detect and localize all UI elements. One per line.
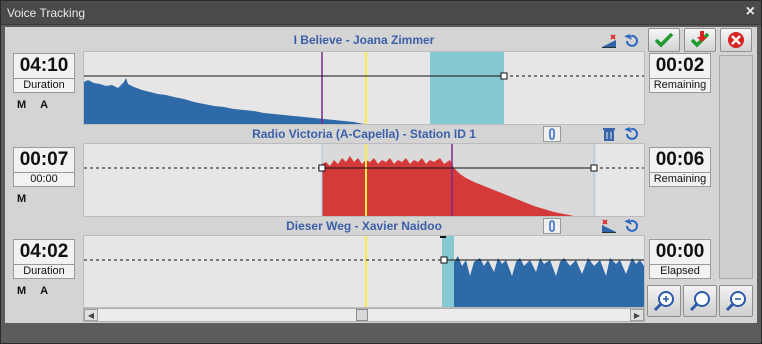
vertical-scrollbar[interactable] <box>719 55 753 279</box>
track-3-duration-label: Duration <box>13 265 75 279</box>
undo-icon[interactable] <box>623 218 639 234</box>
track-1-duration-label: Duration <box>13 79 75 93</box>
track-1-ma: MA <box>13 99 79 111</box>
trash-icon[interactable] <box>601 126 617 142</box>
track-3-elapsed-label: Elapsed <box>649 265 711 279</box>
accept-button[interactable] <box>648 28 680 52</box>
title-bar: Voice Tracking × <box>1 1 761 25</box>
zoom-button[interactable] <box>683 285 717 317</box>
close-icon[interactable]: × <box>746 3 755 21</box>
track-1-m[interactable]: M <box>17 99 26 111</box>
track-2-remaining-time: 00:06 <box>649 147 711 173</box>
zoom-out-button[interactable] <box>719 285 753 317</box>
fade-icon[interactable] <box>601 218 617 234</box>
track-1-remaining-label: Remaining <box>649 79 711 93</box>
zoom-in-icon <box>653 291 674 312</box>
track-1-left-panel: 04:10 Duration MA <box>13 53 79 111</box>
track-1-header: I Believe - Joana Zimmer <box>83 31 645 49</box>
download-button[interactable] <box>684 28 716 52</box>
scroll-thumb[interactable] <box>356 309 368 321</box>
undo-icon[interactable] <box>623 33 639 49</box>
track-2-waveform[interactable] <box>83 143 645 217</box>
track-2-remaining-label: Remaining <box>649 173 711 187</box>
track-3-elapsed-time: 00:00 <box>649 239 711 265</box>
status-bar <box>1 323 761 343</box>
track-2-time: 00:07 <box>13 147 75 173</box>
zoom-icon <box>689 291 710 312</box>
link-icon[interactable] <box>543 126 561 142</box>
track-1-right-panel: 00:02 Remaining <box>649 53 715 93</box>
undo-icon[interactable] <box>623 126 639 142</box>
track-2-left-panel: 00:07 00:00 M <box>13 147 79 205</box>
track-1-a[interactable]: A <box>40 99 48 111</box>
track-2-ma: M <box>13 193 79 205</box>
fade-icon[interactable] <box>601 33 617 49</box>
track-3-ma: MA <box>13 285 79 297</box>
track-3-a[interactable]: A <box>40 285 48 297</box>
track-1-title: I Believe - Joana Zimmer <box>293 33 435 47</box>
window-title: Voice Tracking <box>7 6 86 20</box>
track-3-duration-time: 04:02 <box>13 239 75 265</box>
link-icon[interactable] <box>543 218 561 234</box>
track-2-m[interactable]: M <box>17 193 26 205</box>
track-3-right-panel: 00:00 Elapsed <box>649 239 715 279</box>
scroll-right-icon[interactable]: ▶ <box>630 309 644 321</box>
zoom-in-button[interactable] <box>647 285 681 317</box>
track-2-right-panel: 00:06 Remaining <box>649 147 715 187</box>
track-1-waveform[interactable] <box>83 51 645 125</box>
track-3-m[interactable]: M <box>17 285 26 297</box>
cancel-button[interactable] <box>720 28 752 52</box>
horizontal-scrollbar[interactable]: ◀ ▶ <box>83 308 645 322</box>
content-area: I Believe - Joana Zimmer 04:10 Duration <box>5 27 757 323</box>
scroll-left-icon[interactable]: ◀ <box>84 309 98 321</box>
voice-tracking-window: Voice Tracking × I Believe - Joana Zimme… <box>0 0 762 344</box>
zoom-out-icon <box>725 291 746 312</box>
track-1-duration-time: 04:10 <box>13 53 75 79</box>
download-icon <box>690 31 710 48</box>
track-3-left-panel: 04:02 Duration MA <box>13 239 79 297</box>
accept-icon <box>654 32 674 48</box>
track-1-remaining-time: 00:02 <box>649 53 711 79</box>
track-3-waveform[interactable] <box>83 235 645 308</box>
cancel-icon <box>728 32 744 48</box>
track-2-sub-time: 00:00 <box>13 173 75 187</box>
